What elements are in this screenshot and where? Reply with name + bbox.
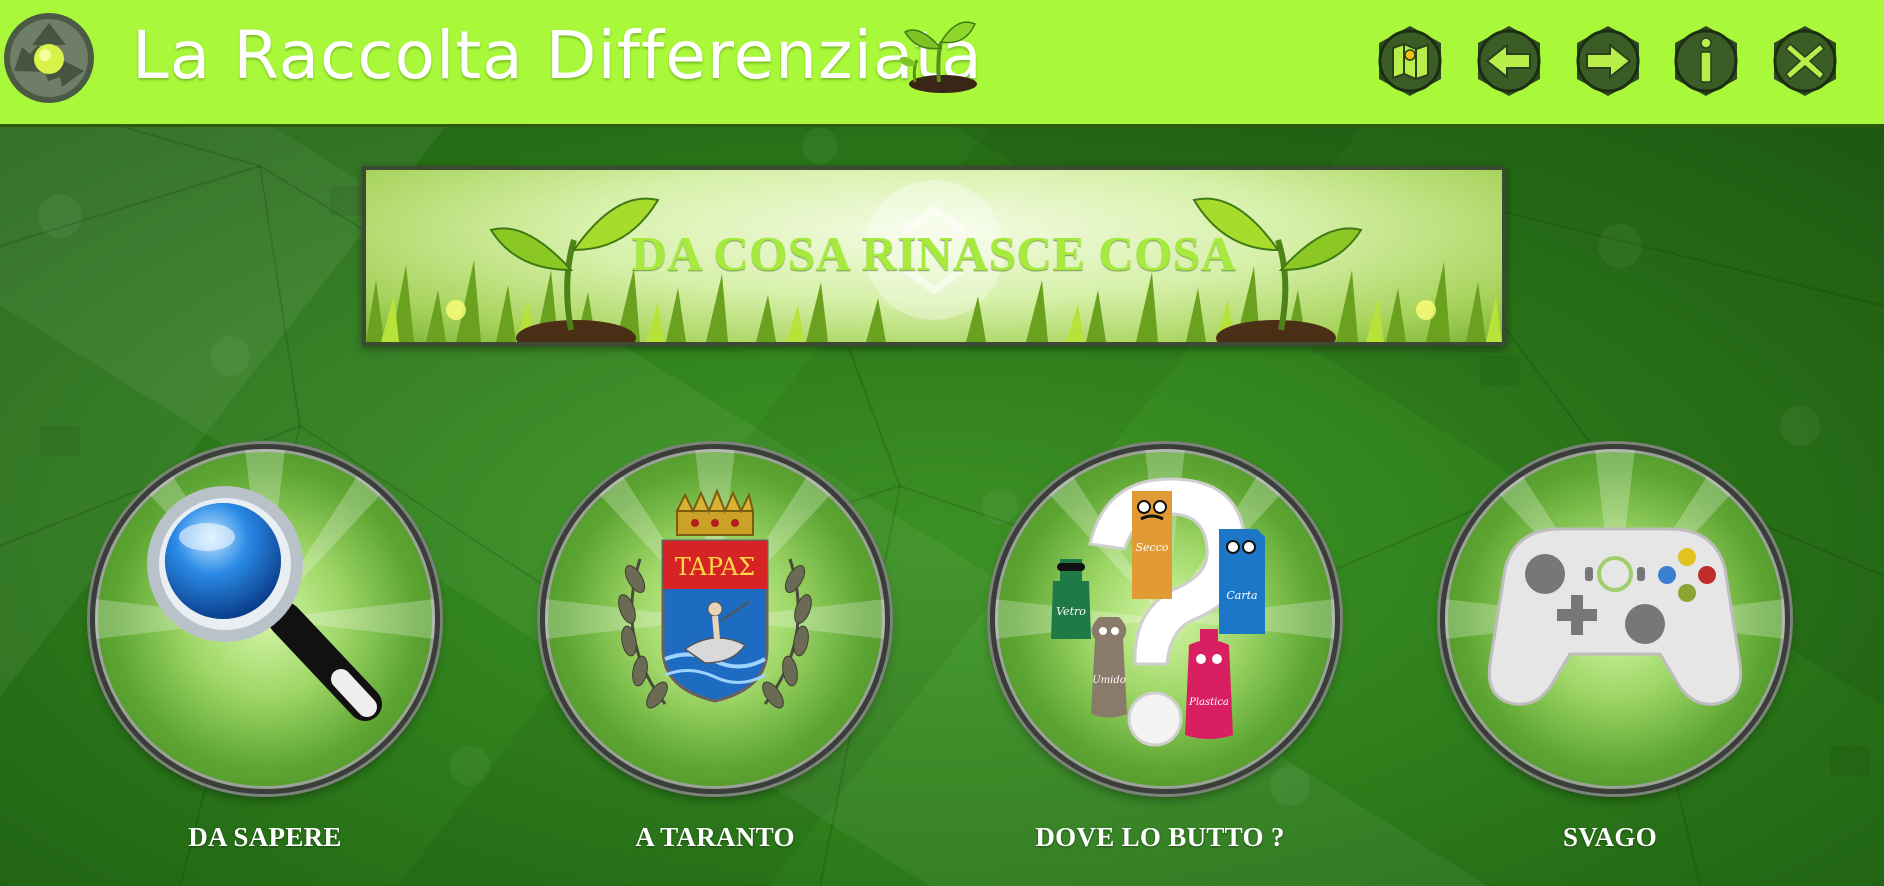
bin-plastica: Plastica: [1185, 629, 1233, 739]
shield-text: TAPAΣ: [675, 553, 755, 581]
tile-a-taranto[interactable]: TAPAΣ: [540, 444, 890, 794]
taranto-coat-of-arms-icon: TAPAΣ: [545, 449, 885, 709]
tile-label-da-sapere[interactable]: DA SAPERE: [65, 822, 465, 853]
bin-carta: Carta: [1219, 529, 1265, 634]
app-title: La Raccolta Differenziata: [132, 17, 983, 94]
svg-text:Carta: Carta: [1226, 589, 1257, 602]
recycle-logo-icon: [2, 11, 96, 105]
map-button[interactable]: [1373, 24, 1447, 98]
tile-label-dove-lo-butto[interactable]: DOVE LO BUTTO ?: [960, 822, 1360, 853]
svg-text:Vetro: Vetro: [1056, 605, 1086, 618]
tile-disc: [90, 444, 440, 794]
tile-disc: [1440, 444, 1790, 794]
magnifier-icon: [95, 449, 435, 721]
gamepad-icon: [1445, 449, 1785, 706]
tile-svago[interactable]: [1440, 444, 1790, 794]
bin-vetro: Vetro: [1051, 559, 1091, 639]
back-button[interactable]: [1472, 24, 1546, 98]
forward-button[interactable]: [1571, 24, 1645, 98]
arrow-left-icon: [1477, 26, 1541, 96]
hero-banner: DA COSA RINASCE COSA: [362, 166, 1506, 346]
close-icon: [1773, 26, 1837, 96]
bin-umido: Umido: [1091, 617, 1127, 718]
banner-title: DA COSA RINASCE COSA: [631, 226, 1237, 281]
svg-text:Umido: Umido: [1092, 675, 1126, 686]
bin-secco: Secco: [1132, 491, 1172, 599]
close-button[interactable]: [1768, 24, 1842, 98]
info-icon: [1674, 26, 1738, 96]
tile-da-sapere[interactable]: [90, 444, 440, 794]
tile-disc: TAPAΣ: [540, 444, 890, 794]
sprout-icon: [895, 8, 981, 94]
tile-label-svago[interactable]: SVAGO: [1410, 822, 1810, 853]
tile-disc: Vetro Secco Carta Umido Plastica: [990, 444, 1340, 794]
svg-text:Secco: Secco: [1136, 541, 1169, 554]
tile-label-a-taranto[interactable]: A TARANTO: [515, 822, 915, 853]
tile-dove-lo-butto[interactable]: Vetro Secco Carta Umido Plastica: [990, 444, 1340, 794]
info-button[interactable]: [1669, 24, 1743, 98]
map-icon: [1378, 26, 1442, 96]
app-header: La Raccolta Differenziata: [0, 0, 1884, 127]
svg-text:Plastica: Plastica: [1188, 697, 1229, 708]
arrow-right-icon: [1576, 26, 1640, 96]
waste-bins-question-icon: Vetro Secco Carta Umido Plastica: [995, 449, 1335, 747]
